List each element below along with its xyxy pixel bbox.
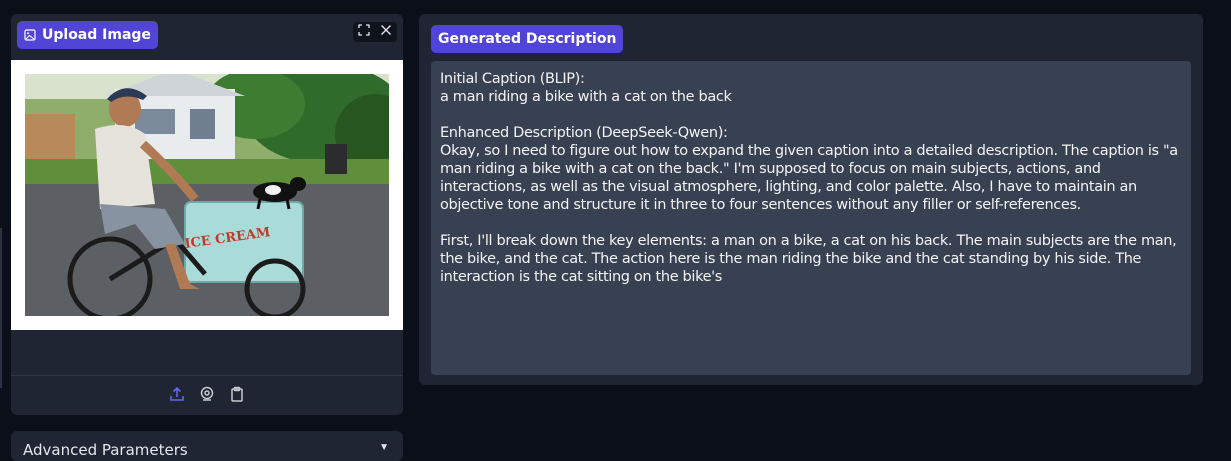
image-tools <box>353 22 397 42</box>
advanced-parameters-accordion[interactable]: Advanced Parameters ▼ <box>11 431 403 461</box>
uploaded-image-frame: ICE CREAM <box>11 60 403 330</box>
close-icon <box>380 23 392 41</box>
clipboard-source-button[interactable] <box>227 386 247 406</box>
fullscreen-icon <box>358 23 370 41</box>
generated-description-panel: Generated Description Initial Caption (B… <box>419 14 1203 385</box>
image-icon <box>24 29 36 41</box>
upload-image-label-text: Upload Image <box>42 27 151 43</box>
webcam-icon <box>199 386 215 407</box>
clipboard-icon <box>229 386 245 407</box>
clear-image-button[interactable] <box>375 22 397 42</box>
advanced-parameters-label: Advanced Parameters <box>23 441 188 459</box>
upload-icon <box>169 386 185 407</box>
left-edge-divider <box>0 228 2 388</box>
image-upload-panel: Upload Image ICE CREAM <box>11 14 403 415</box>
generated-description-textbox[interactable]: Initial Caption (BLIP): a man riding a b… <box>431 61 1191 375</box>
uploaded-photo: ICE CREAM <box>25 74 389 316</box>
generated-description-label: Generated Description <box>431 25 624 53</box>
fullscreen-button[interactable] <box>353 22 375 42</box>
image-source-toolbar <box>11 375 403 415</box>
caret-down-icon: ▼ <box>379 442 389 453</box>
webcam-source-button[interactable] <box>197 386 217 406</box>
upload-source-button[interactable] <box>167 386 187 406</box>
upload-image-label: Upload Image <box>17 21 158 49</box>
generated-description-label-text: Generated Description <box>438 31 617 47</box>
